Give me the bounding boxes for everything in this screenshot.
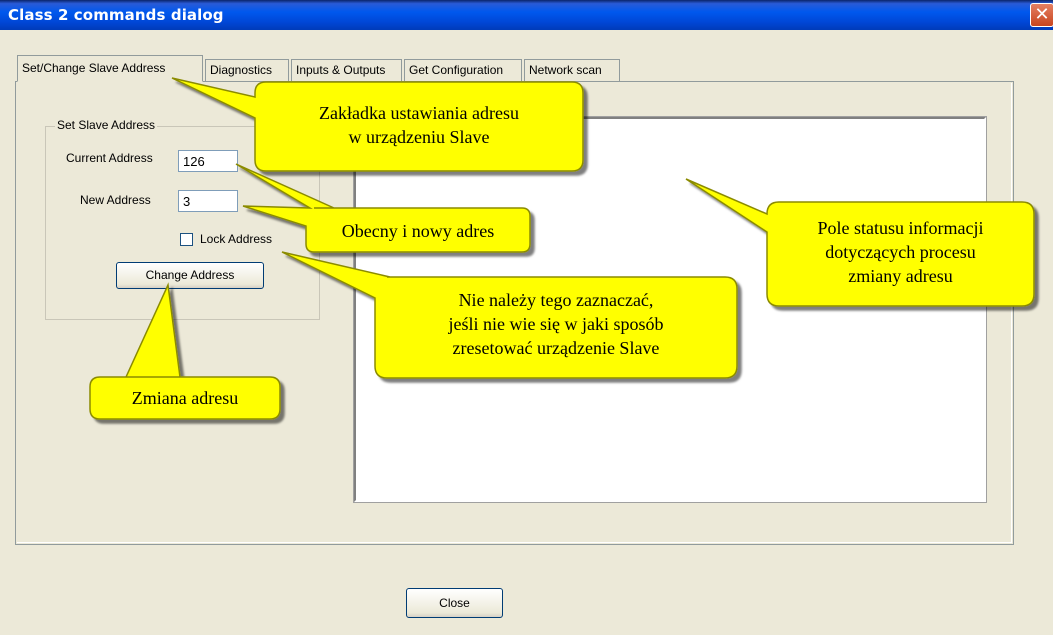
callout-tab-text: Zakładka ustawiania adresu w urządzeniu S…: [319, 103, 519, 147]
callout-change-text: Zmiana adresu: [131, 388, 239, 408]
callout-addresses-text: Obecny i nowy adres: [341, 221, 495, 241]
callout-lock-text: Nie należy tego zaznaczać, jeśli nie wie …: [448, 290, 664, 358]
callout-status-text: Pole statusu informacji dotyczących proce…: [817, 218, 984, 286]
